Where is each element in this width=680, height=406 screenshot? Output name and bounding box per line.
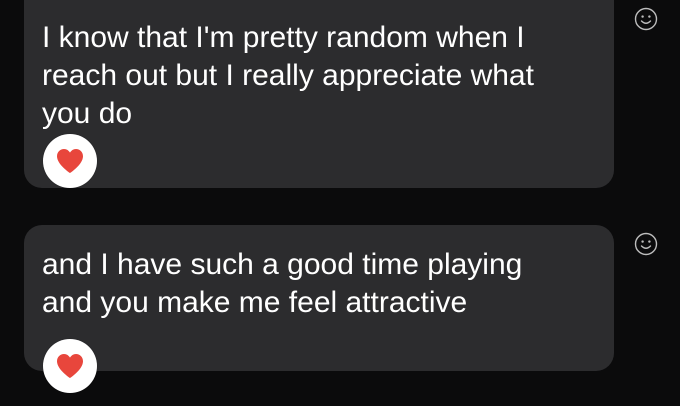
message-bubble[interactable]: I know that I'm pretty random when I rea… [24, 0, 614, 188]
add-reaction-button[interactable] [634, 7, 658, 31]
smiley-face-icon [634, 232, 658, 256]
message-text: and I have such a good time playing and … [42, 248, 523, 319]
reaction-badge[interactable] [43, 339, 97, 393]
message-text: I know that I'm pretty random when I rea… [42, 21, 534, 130]
message-bubble[interactable]: and I have such a good time playing and … [24, 225, 614, 393]
smiley-face-icon [634, 7, 658, 31]
add-reaction-button[interactable] [634, 232, 658, 256]
heart-icon [57, 149, 83, 173]
reaction-badge[interactable] [43, 134, 97, 188]
heart-icon [57, 354, 83, 378]
